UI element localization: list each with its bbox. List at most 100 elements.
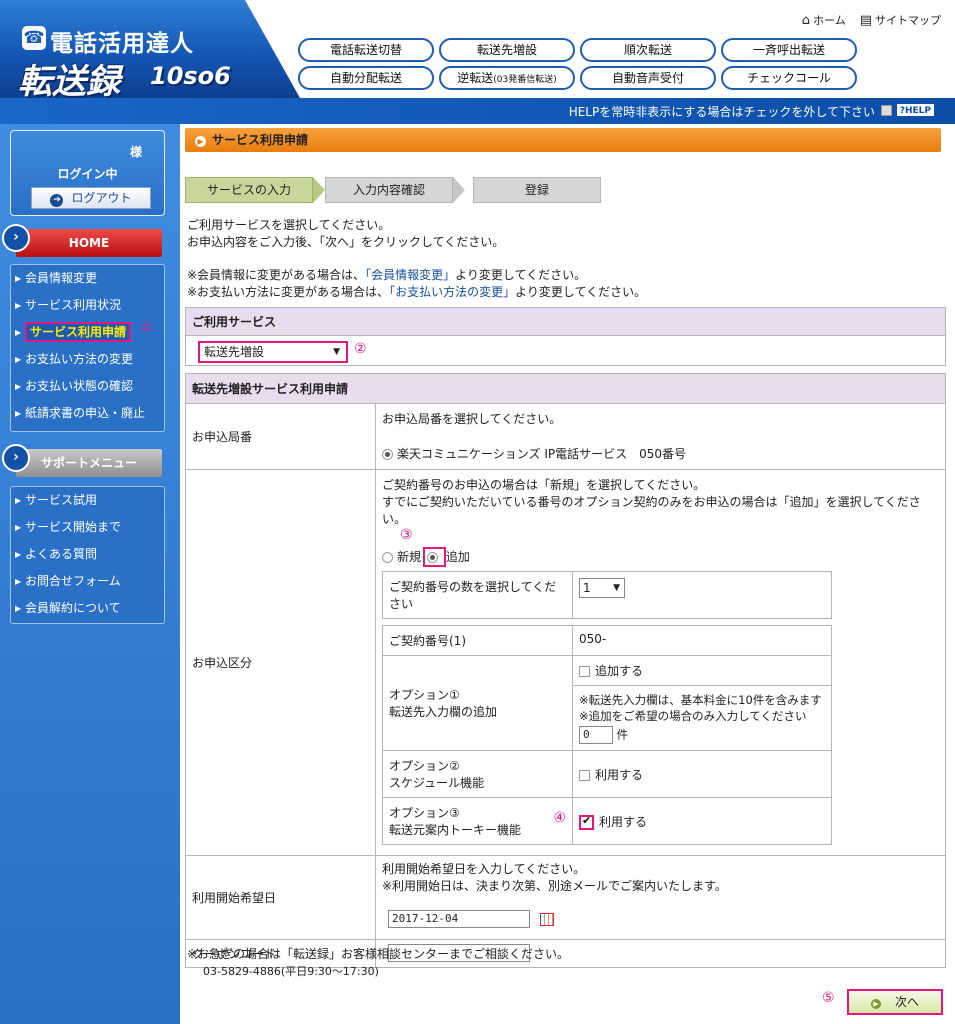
- sidebar-item-usage-status[interactable]: ▶ サービス利用状況: [11, 292, 164, 319]
- sitemap-link[interactable]: ▤ サイトマップ: [860, 12, 941, 28]
- arrow-right-icon: ▶: [195, 136, 206, 147]
- opt3-checkbox[interactable]: [579, 814, 594, 830]
- top-nav: ⌂ ホーム ▤ サイトマップ: [802, 12, 941, 28]
- menu-gyaku-tenso[interactable]: 逆転送(03発番信転送): [439, 66, 575, 90]
- main-content: ▶ サービス利用申請 サービスの入力 入力内容確認 登録 ご利用サービスを選択して…: [180, 124, 955, 1024]
- menu-check-call[interactable]: チェックコール: [721, 66, 857, 90]
- radio-button[interactable]: [426, 552, 438, 563]
- triangle-icon: ▶: [15, 577, 22, 586]
- triangle-icon: ▶: [15, 496, 22, 505]
- callout-3: ③: [400, 527, 413, 543]
- sitemap-icon: ▤: [859, 13, 872, 28]
- triangle-icon: ▶: [15, 382, 22, 391]
- start-text1: 利用開始希望日を入力してください。: [382, 862, 586, 876]
- logo-line2: 転送録: [18, 62, 120, 102]
- radio-button[interactable]: [382, 449, 393, 460]
- callout-1: ①: [140, 320, 153, 336]
- step-arrow-icon: [313, 177, 325, 203]
- sidebar-item-contact[interactable]: ▶ お問合せフォーム: [11, 568, 164, 595]
- arrow-right-icon: ▶: [870, 999, 881, 1009]
- dropdown-arrow-icon: ▼: [333, 347, 340, 357]
- opt1-checkbox[interactable]: [579, 666, 590, 677]
- option-table: ご契約番号(1) 050- オプション① 転送先入力欄の追加 追加する ※転送先…: [382, 625, 832, 845]
- application-header: 転送先増設サービス利用申請: [185, 373, 946, 404]
- sidebar-item-payment-status[interactable]: ▶ お支払い状態の確認: [11, 373, 164, 400]
- bureau-label: お申込局番: [185, 403, 376, 470]
- menu-jidou-onsei[interactable]: 自動音声受付: [580, 66, 716, 90]
- sidebar-item-payment-method[interactable]: ▶ お支払い方法の変更: [11, 346, 164, 373]
- sidebar-item-member-info[interactable]: ▶ 会員情報変更: [11, 265, 164, 292]
- login-box: 様 ログイン中 ➔ ログアウト: [10, 130, 165, 216]
- logo-line3: 10so6: [150, 62, 231, 90]
- bureau-option[interactable]: 楽天コミュニケーションズ IP電話サービス 050番号: [382, 445, 939, 462]
- kubun-label: お申込区分: [185, 469, 376, 856]
- help-bar: HELPを常時非表示にする場合はチェックを外して下さい ?HELP: [0, 98, 955, 124]
- radio-add[interactable]: [422, 547, 446, 567]
- calendar-icon[interactable]: [539, 912, 554, 926]
- support-phone: 03-5829-4886(平日9:30～17:30): [203, 965, 379, 978]
- intro-text: ご利用サービスを選択してください。 お申込内容をご入力後、「次へ」をクリックして…: [187, 218, 505, 249]
- help-checkbox[interactable]: [881, 105, 892, 116]
- help-text: HELPを常時非表示にする場合はチェックを外して下さい: [568, 105, 875, 119]
- number-label: ご契約番号(1): [382, 625, 573, 656]
- service-section: ご利用サービス 転送先増設 ▼ ②: [185, 307, 946, 366]
- arrow-right-icon: ➔: [50, 194, 64, 207]
- user-honorific: 様: [129, 145, 142, 159]
- global-menu: 電話転送切替 転送先増設 順次転送 一斉呼出転送 自動分配転送 逆転送(03発番…: [298, 38, 857, 90]
- triangle-icon: ▶: [15, 355, 22, 364]
- callout-5: ⑤: [822, 990, 835, 1006]
- number-value: 050-: [572, 625, 832, 656]
- home-header-label: HOME: [16, 229, 162, 257]
- phone-icon: ☎: [22, 26, 46, 50]
- opt2-label2: スケジュール機能: [389, 776, 485, 790]
- service-section-header: ご利用サービス: [186, 308, 945, 336]
- support-header-label: サポートメニュー: [16, 449, 162, 477]
- opt1-label1: オプション①: [389, 688, 460, 702]
- opt2-checkbox[interactable]: [579, 769, 590, 781]
- sidebar-item-until-start[interactable]: ▶ サービス開始まで: [11, 514, 164, 541]
- menu-jidou-bunpai[interactable]: 自動分配転送: [298, 66, 434, 90]
- next-button[interactable]: ▶ 次へ: [847, 989, 943, 1015]
- start-label: 利用開始希望日: [185, 855, 376, 940]
- help-badge[interactable]: ?HELP: [895, 103, 935, 117]
- triangle-icon: ▶: [15, 550, 22, 559]
- logout-button[interactable]: ➔ ログアウト: [31, 187, 151, 209]
- payment-method-link[interactable]: 「お支払い方法の変更」: [389, 285, 515, 299]
- opt2-label1: オプション②: [389, 759, 460, 773]
- menu-issei-yobidashi[interactable]: 一斉呼出転送: [721, 38, 857, 62]
- logo[interactable]: ☎ 電話活用達人 転送録 10so6: [0, 0, 300, 98]
- opt3-label1: オプション③: [389, 806, 460, 820]
- count-select[interactable]: 1 ▼: [579, 578, 625, 598]
- home-icon: ⌂: [801, 13, 811, 28]
- member-info-link[interactable]: 「会員情報変更」: [365, 268, 455, 282]
- step-input: サービスの入力: [185, 177, 313, 203]
- logo-line1: 電話活用達人: [50, 31, 194, 57]
- service-select[interactable]: 転送先増設 ▼: [198, 341, 348, 363]
- start-date-input[interactable]: 2017-12-04: [388, 910, 530, 928]
- triangle-icon: ▶: [15, 301, 22, 310]
- login-status: ログイン中: [57, 167, 118, 181]
- step-register: 登録: [473, 177, 601, 203]
- menu-junji-tenso[interactable]: 順次転送: [580, 38, 716, 62]
- application-table: 転送先増設サービス利用申請 お申込局番 お申込局番を選択してください。 楽天コミ…: [185, 373, 946, 968]
- home-nav-list: ▶ 会員情報変更 ▶ サービス利用状況 ▶ サービス利用申請 ▶ お支払い方法の変更 ▶…: [10, 264, 165, 432]
- sidebar-item-cancel[interactable]: ▶ 会員解約について: [11, 595, 164, 622]
- triangle-icon: ▶: [15, 409, 22, 418]
- sidebar-item-trial[interactable]: ▶ サービス試用: [11, 487, 164, 514]
- callout-2: ②: [354, 341, 367, 357]
- triangle-icon: ▶: [15, 328, 22, 337]
- menu-tensosaki-zousetsu[interactable]: 転送先増設: [439, 38, 575, 62]
- radio-button[interactable]: [382, 552, 393, 563]
- home-link[interactable]: ⌂ ホーム: [802, 12, 846, 28]
- opt3-label2: 転送元案内トーキー機能: [389, 823, 522, 837]
- sidebar-item-faq[interactable]: ▶ よくある質問: [11, 541, 164, 568]
- sidebar-item-paper-invoice[interactable]: ▶ 紙請求書の申込・廃止: [11, 400, 164, 427]
- bureau-text: お申込局番を選択してください。: [382, 412, 562, 426]
- start-text2: ※利用開始日は、決まり次第、別途メールでご案内いたします。: [382, 879, 727, 893]
- radio-new[interactable]: 新規: [382, 550, 421, 564]
- menu-denwa-tenso-kirikae[interactable]: 電話転送切替: [298, 38, 434, 62]
- opt1-count-input[interactable]: 0: [579, 726, 613, 744]
- step-indicator: サービスの入力 入力内容確認 登録: [185, 177, 601, 205]
- sidebar: 様 ログイン中 ➔ ログアウト HOME › ▶ 会員情報変更 ▶ サービス利用状況 …: [0, 124, 180, 1024]
- step-arrow-icon: [453, 177, 465, 203]
